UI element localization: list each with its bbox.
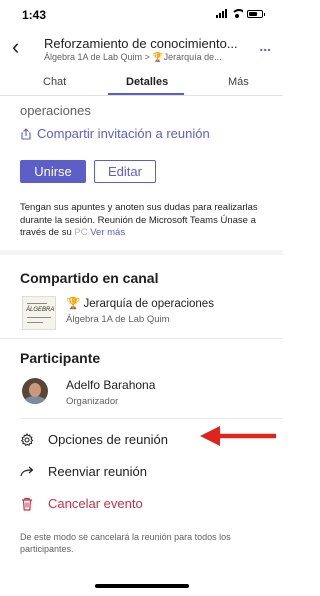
more-options-icon[interactable]: ... bbox=[259, 38, 271, 54]
status-bar: 1:43 bbox=[0, 0, 283, 30]
thumbnail-text: ÁLGEBRA bbox=[26, 307, 55, 313]
cellular-signal-icon bbox=[216, 9, 227, 18]
cancel-warning-note: De este modo se cancelará la reunión par… bbox=[20, 532, 231, 554]
battery-icon bbox=[247, 9, 265, 18]
avatar[interactable] bbox=[22, 378, 48, 404]
description-fade: PC bbox=[74, 227, 88, 238]
cancel-event-label: Cancelar evento bbox=[48, 496, 143, 511]
share-invite-link[interactable]: Compartir invitación a reunión bbox=[20, 126, 210, 141]
row-separator bbox=[20, 418, 283, 419]
wifi-icon bbox=[231, 9, 243, 18]
share-icon bbox=[21, 127, 31, 140]
meeting-options-label: Opciones de reunión bbox=[48, 432, 168, 447]
status-icons bbox=[216, 9, 265, 18]
see-more-link[interactable]: Ver más bbox=[90, 227, 125, 238]
trophy-icon: 🏆 bbox=[66, 298, 81, 310]
tab-detalles[interactable]: Detalles bbox=[126, 76, 168, 88]
breadcrumb-separator: > bbox=[142, 52, 153, 62]
forward-meeting-item[interactable]: Reenviar reunión bbox=[20, 464, 147, 479]
active-tab-indicator bbox=[108, 93, 184, 95]
gear-icon bbox=[20, 432, 34, 447]
trash-icon bbox=[20, 497, 34, 511]
edit-button[interactable]: Editar bbox=[94, 160, 156, 183]
forward-arrow-icon bbox=[20, 465, 34, 479]
shared-course-name: Álgebra 1A de Lab Quim bbox=[66, 314, 170, 325]
back-chevron-icon[interactable]: ‹ bbox=[12, 36, 19, 58]
shared-channel-name[interactable]: 🏆 Jerarquía de operaciones bbox=[66, 296, 214, 310]
participant-role: Organizador bbox=[66, 396, 119, 407]
description-text: Tengan sus apuntes y anoten sus dudas pa… bbox=[20, 202, 258, 238]
shared-channel-heading: Compartido en canal bbox=[20, 270, 159, 286]
meeting-options-item[interactable]: Opciones de reunión bbox=[20, 432, 168, 447]
channel-name-text: Jerarquía de operaciones bbox=[83, 298, 214, 310]
forward-meeting-label: Reenviar reunión bbox=[48, 464, 148, 479]
participant-heading: Participante bbox=[20, 350, 101, 366]
meeting-description: Tengan sus apuntes y anoten sus dudas pa… bbox=[20, 202, 270, 240]
breadcrumb-channel: Jerarquía de... bbox=[163, 52, 222, 62]
cancel-event-item[interactable]: Cancelar evento bbox=[20, 496, 143, 511]
meeting-header: ‹ Reforzamiento de conocimiento... Álgeb… bbox=[0, 34, 283, 70]
tab-bar: Chat Detalles Más bbox=[0, 72, 283, 96]
status-time: 1:43 bbox=[22, 8, 47, 22]
breadcrumb-course: Álgebra 1A de Lab Quim bbox=[44, 52, 143, 62]
channel-thumbnail: ÁLGEBRA bbox=[22, 296, 56, 330]
section-divider bbox=[0, 250, 283, 255]
annotation-arrow-icon bbox=[200, 426, 276, 446]
tab-mas[interactable]: Más bbox=[228, 76, 249, 88]
share-invite-label: Compartir invitación a reunión bbox=[37, 126, 210, 141]
section-divider bbox=[0, 338, 283, 339]
meeting-title: Reforzamiento de conocimiento... bbox=[44, 36, 238, 51]
meeting-breadcrumb: Álgebra 1A de Lab Quim > 🏆Jerarquía de..… bbox=[44, 52, 244, 63]
meeting-title-tail: operaciones bbox=[20, 103, 91, 118]
trophy-icon: 🏆 bbox=[152, 52, 164, 62]
participant-name[interactable]: Adelfo Barahona bbox=[66, 378, 155, 392]
join-button[interactable]: Unirse bbox=[20, 160, 86, 183]
home-indicator[interactable] bbox=[95, 584, 189, 588]
tab-chat[interactable]: Chat bbox=[43, 76, 66, 88]
